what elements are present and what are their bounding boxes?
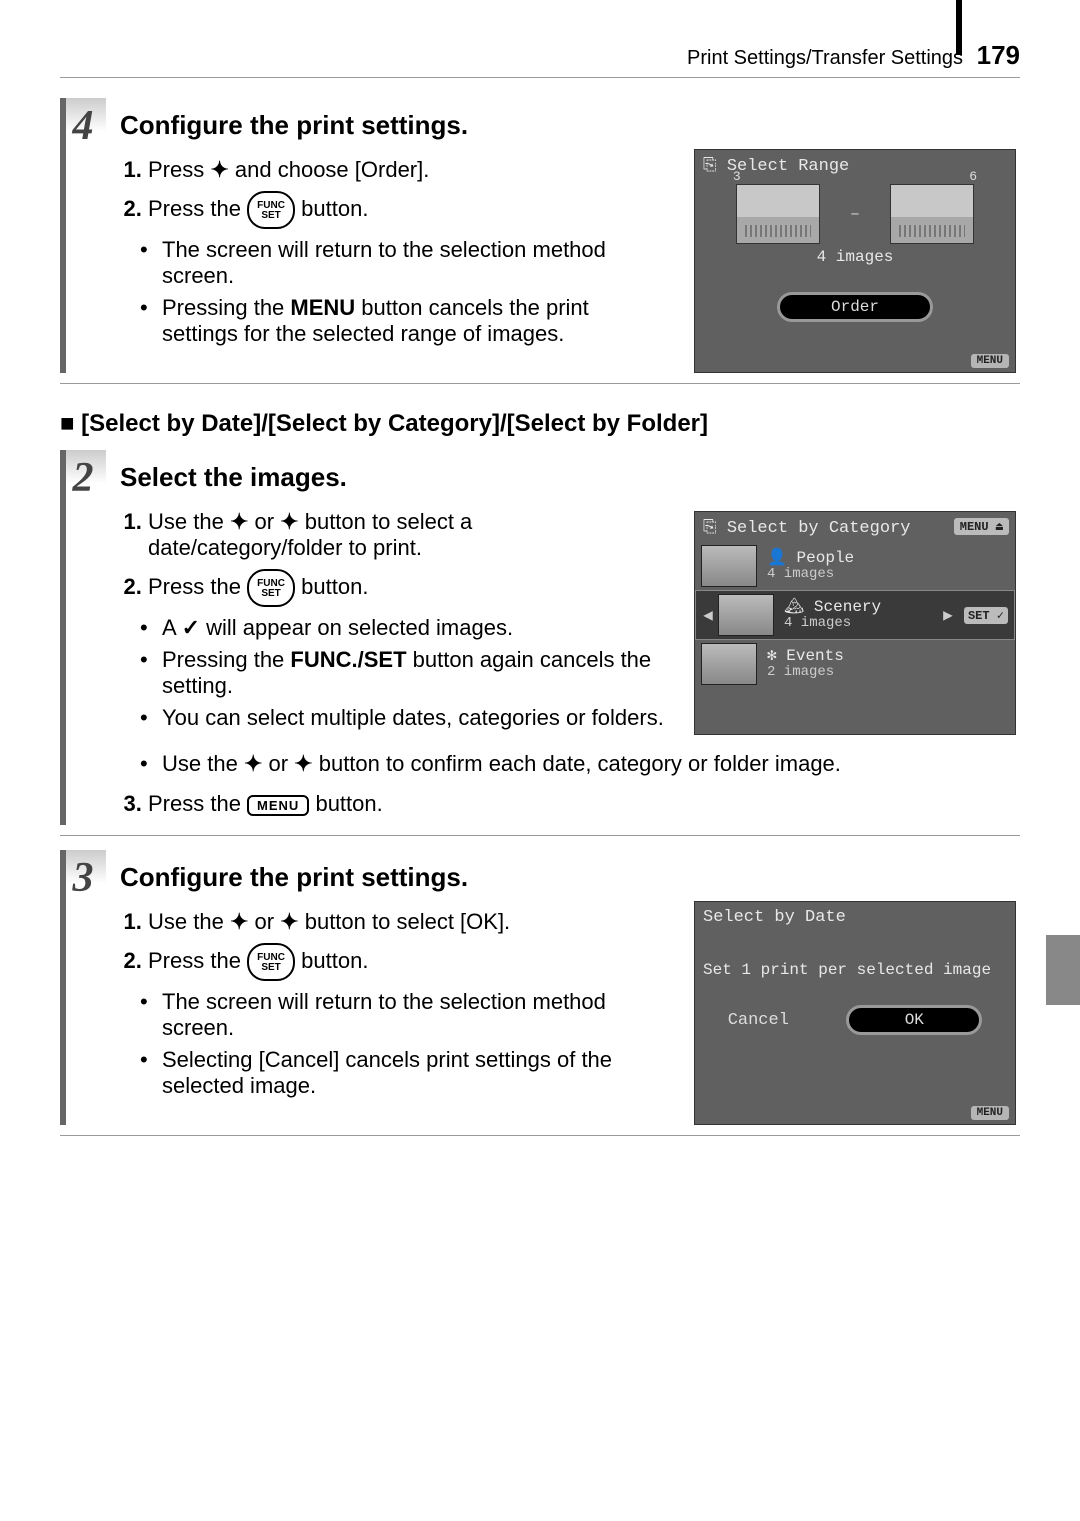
step-4: 4 Configure the print settings. Press ✦ … — [60, 98, 1020, 373]
step-title: Configure the print settings. — [120, 98, 1020, 149]
category-row: ✻ Events 2 images — [695, 640, 1015, 688]
note-list: A ✓ will appear on selected images. Pres… — [120, 615, 664, 731]
menu-badge: MENU ⏏ — [954, 518, 1009, 535]
checkmark-icon: ✓ — [182, 615, 200, 640]
cancel-label: Cancel — [728, 1005, 789, 1035]
step-2: 2 Select the images. Use the ✦ or ✦ butt… — [60, 450, 1020, 825]
menu-back-badge: MENU — [971, 354, 1009, 368]
right-arrow-icon: ✦ — [294, 751, 312, 776]
instruction-list: Press the MENU button. — [120, 791, 1020, 817]
step-3: 3 Configure the print settings. Use the … — [60, 850, 1020, 1125]
step-title: Select the images. — [120, 450, 1020, 501]
section-heading: ■ [Select by Date]/[Select by Category]/… — [60, 410, 1020, 438]
order-button: Order — [777, 292, 933, 322]
func-set-icon: FUNCSET — [247, 943, 295, 981]
confirm-message: Set 1 print per selected image — [695, 931, 1015, 997]
menu-back-badge: MENU — [971, 1106, 1009, 1120]
page-header: Print Settings/Transfer Settings 179 — [60, 40, 1020, 78]
instruction: Press the FUNCSET button. — [148, 943, 664, 981]
right-arrow-icon: ▶ — [942, 605, 954, 625]
note: Selecting [Cancel] cancels print setting… — [148, 1047, 664, 1099]
divider — [60, 383, 1020, 384]
up-arrow-icon: ✦ — [230, 509, 248, 534]
note: The screen will return to the selection … — [148, 989, 664, 1041]
instruction: Press the FUNCSET button. — [148, 191, 664, 229]
note: Pressing the MENU button cancels the pri… — [148, 295, 664, 347]
ok-button: OK — [846, 1005, 982, 1035]
step-title: Configure the print settings. — [120, 850, 1020, 901]
divider — [60, 835, 1020, 836]
set-check-badge: SET ✓ — [964, 607, 1008, 624]
step-number: 3 — [60, 850, 106, 906]
instruction: Use the ✦ or ✦ button to select a date/c… — [148, 509, 664, 561]
instruction: Press the FUNCSET button. — [148, 569, 664, 607]
note-list: Use the ✦ or ✦ button to confirm each da… — [120, 751, 1020, 777]
note-list: The screen will return to the selection … — [120, 237, 664, 347]
menu-button-icon: MENU — [247, 795, 309, 816]
note-list: The screen will return to the selection … — [120, 989, 664, 1099]
camera-screen-select-category: ⎘ Select by Category MENU ⏏ 👤 People 4 i… — [694, 511, 1016, 735]
step-number: 2 — [60, 450, 106, 506]
instruction: Press ✦ and choose [Order]. — [148, 157, 664, 183]
category-row-selected: ◀ 🏔 Scenery 4 images ▶ SET ✓ — [695, 590, 1015, 640]
func-set-icon: FUNCSET — [247, 569, 295, 607]
step-number: 4 — [60, 98, 106, 154]
instruction-list: Use the ✦ or ✦ button to select a date/c… — [120, 509, 664, 607]
note: A ✓ will appear on selected images. — [148, 615, 664, 641]
edge-tab — [1046, 935, 1080, 1005]
camera-screen-select-range: ⎘ Select Range 3 – 6 4 images Order MENU — [694, 149, 1016, 373]
note: Pressing the FUNC./SET button again canc… — [148, 647, 664, 699]
down-arrow-icon: ✦ — [210, 157, 228, 182]
note: You can select multiple dates, categorie… — [148, 705, 664, 731]
right-arrow-icon: ✦ — [280, 909, 298, 934]
instruction-list: Use the ✦ or ✦ button to select [OK]. Pr… — [120, 909, 664, 981]
left-arrow-icon: ✦ — [230, 909, 248, 934]
range-count: 4 images — [695, 246, 1015, 274]
category-row: 👤 People 4 images — [695, 542, 1015, 590]
note: Use the ✦ or ✦ button to confirm each da… — [148, 751, 1020, 777]
down-arrow-icon: ✦ — [280, 509, 298, 534]
note: The screen will return to the selection … — [148, 237, 664, 289]
manual-page: Print Settings/Transfer Settings 179 4 C… — [0, 0, 1080, 1210]
left-arrow-icon: ✦ — [244, 751, 262, 776]
divider — [60, 1135, 1020, 1136]
instruction-list: Press ✦ and choose [Order]. Press the FU… — [120, 157, 664, 229]
instruction: Use the ✦ or ✦ button to select [OK]. — [148, 909, 664, 935]
left-arrow-icon: ◀ — [702, 605, 714, 625]
instruction: Press the MENU button. — [148, 791, 1020, 817]
camera-screen-confirm: Select by Date Set 1 print per selected … — [694, 901, 1016, 1125]
breadcrumb: Print Settings/Transfer Settings — [687, 47, 963, 69]
page-number: 179 — [977, 40, 1020, 70]
func-set-icon: FUNCSET — [247, 191, 295, 229]
